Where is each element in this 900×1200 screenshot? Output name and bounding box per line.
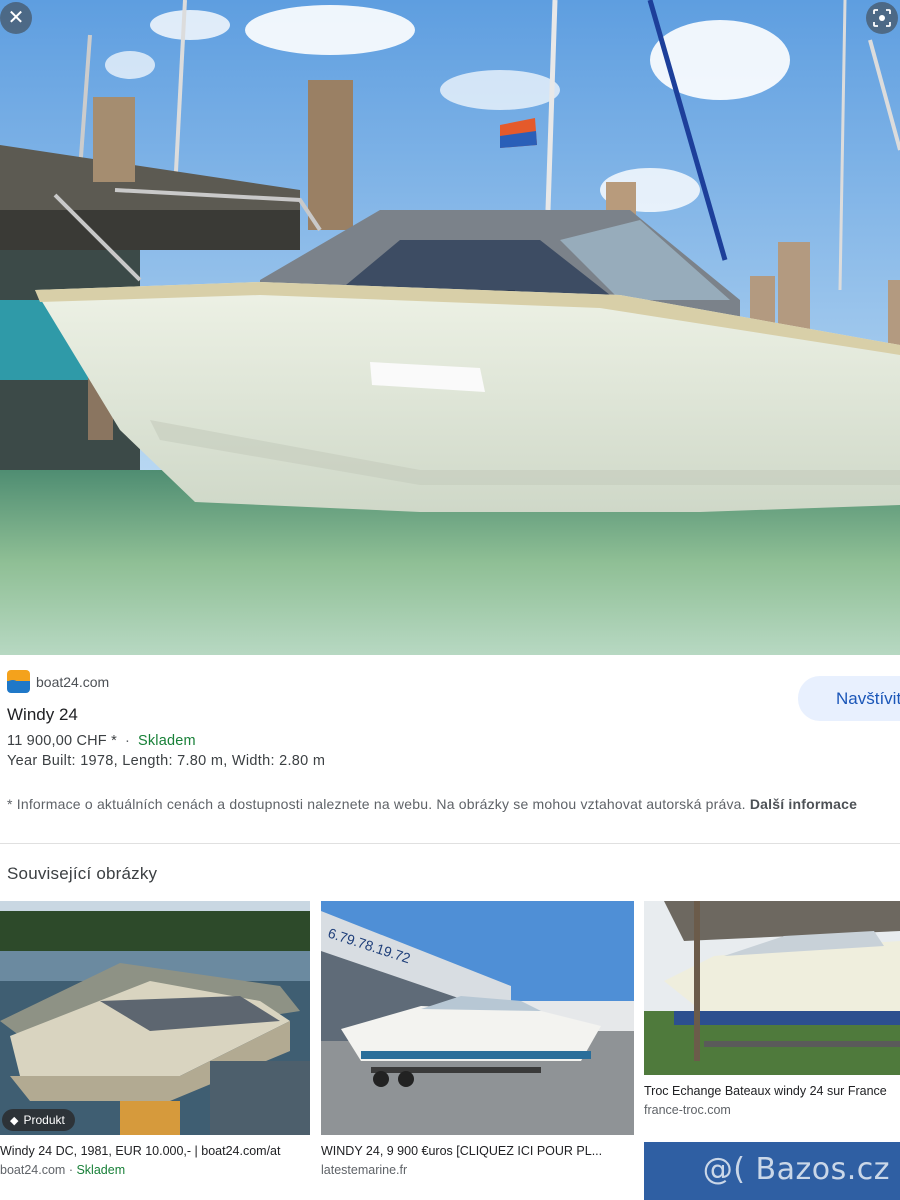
related-caption[interactable]: WINDY 24, 9 900 €uros [CLIQUEZ ICI POUR … — [321, 1144, 634, 1158]
availability-status: Skladem — [137, 733, 196, 749]
separator-dot: · — [68, 1163, 73, 1177]
related-card[interactable]: 6.79.78.19.72 WINDY 24, 9 900 €uros [CLI… — [321, 901, 634, 1177]
marina-photo — [0, 901, 310, 1135]
product-badge-label: Produkt — [23, 1113, 65, 1127]
boat-on-trailer-photo — [644, 901, 900, 1075]
related-images-heading: Související obrázky — [7, 864, 158, 883]
related-meta: france-troc.com — [644, 1103, 900, 1117]
related-caption[interactable]: Troc Echange Bateaux windy 24 sur France — [644, 1084, 900, 1098]
divider — [0, 843, 900, 844]
lens-icon[interactable] — [866, 2, 898, 34]
related-thumbnail[interactable]: @( Bazos.cz — [644, 1142, 900, 1200]
more-info-link[interactable]: Další informace — [750, 796, 857, 812]
bazos-watermark: @( Bazos.cz — [702, 1152, 890, 1187]
price-row: 11 900,00 CHF * · Skladem — [7, 733, 196, 749]
related-thumbnail[interactable] — [644, 901, 900, 1075]
related-thumbnail[interactable]: 6.79.78.19.72 — [321, 901, 634, 1135]
related-source: france-troc.com — [644, 1103, 731, 1117]
visit-button[interactable]: Navštívit — [798, 676, 900, 721]
product-title[interactable]: Windy 24 — [7, 705, 78, 725]
related-caption[interactable]: Windy 24 DC, 1981, EUR 10.000,- | boat24… — [0, 1144, 310, 1158]
separator-dot: · — [124, 733, 130, 749]
dealership-photo: 6.79.78.19.72 — [321, 901, 634, 1135]
price: 11 900,00 CHF * — [7, 733, 117, 749]
related-meta: latestemarine.fr — [321, 1163, 634, 1177]
disclaimer: * Informace o aktuálních cenách a dostup… — [7, 794, 887, 815]
lens-glyph — [873, 9, 891, 27]
availability-status: Skladem — [76, 1163, 126, 1177]
product-badge: ◆ Produkt — [2, 1109, 75, 1131]
close-icon[interactable]: ✕ — [0, 2, 32, 34]
disclaimer-text: * Informace o aktuálních cenách a dostup… — [7, 796, 746, 812]
tag-icon: ◆ — [10, 1114, 19, 1127]
source-row[interactable]: boat24.com — [7, 670, 109, 693]
product-specs: Year Built: 1978, Length: 7.80 m, Width:… — [7, 753, 326, 769]
related-card[interactable]: ◆ Produkt Windy 24 DC, 1981, EUR 10.000,… — [0, 901, 310, 1177]
related-source: latestemarine.fr — [321, 1163, 408, 1177]
related-meta: boat24.com · Skladem — [0, 1163, 310, 1177]
related-source: boat24.com — [0, 1163, 66, 1177]
main-image[interactable]: ✕ — [0, 0, 900, 655]
boat24-favicon-icon — [7, 670, 30, 693]
related-thumbnail[interactable]: ◆ Produkt — [0, 901, 310, 1135]
boat-photo — [0, 0, 900, 655]
related-card[interactable]: Troc Echange Bateaux windy 24 sur France… — [644, 901, 900, 1117]
source-name[interactable]: boat24.com — [36, 674, 109, 690]
